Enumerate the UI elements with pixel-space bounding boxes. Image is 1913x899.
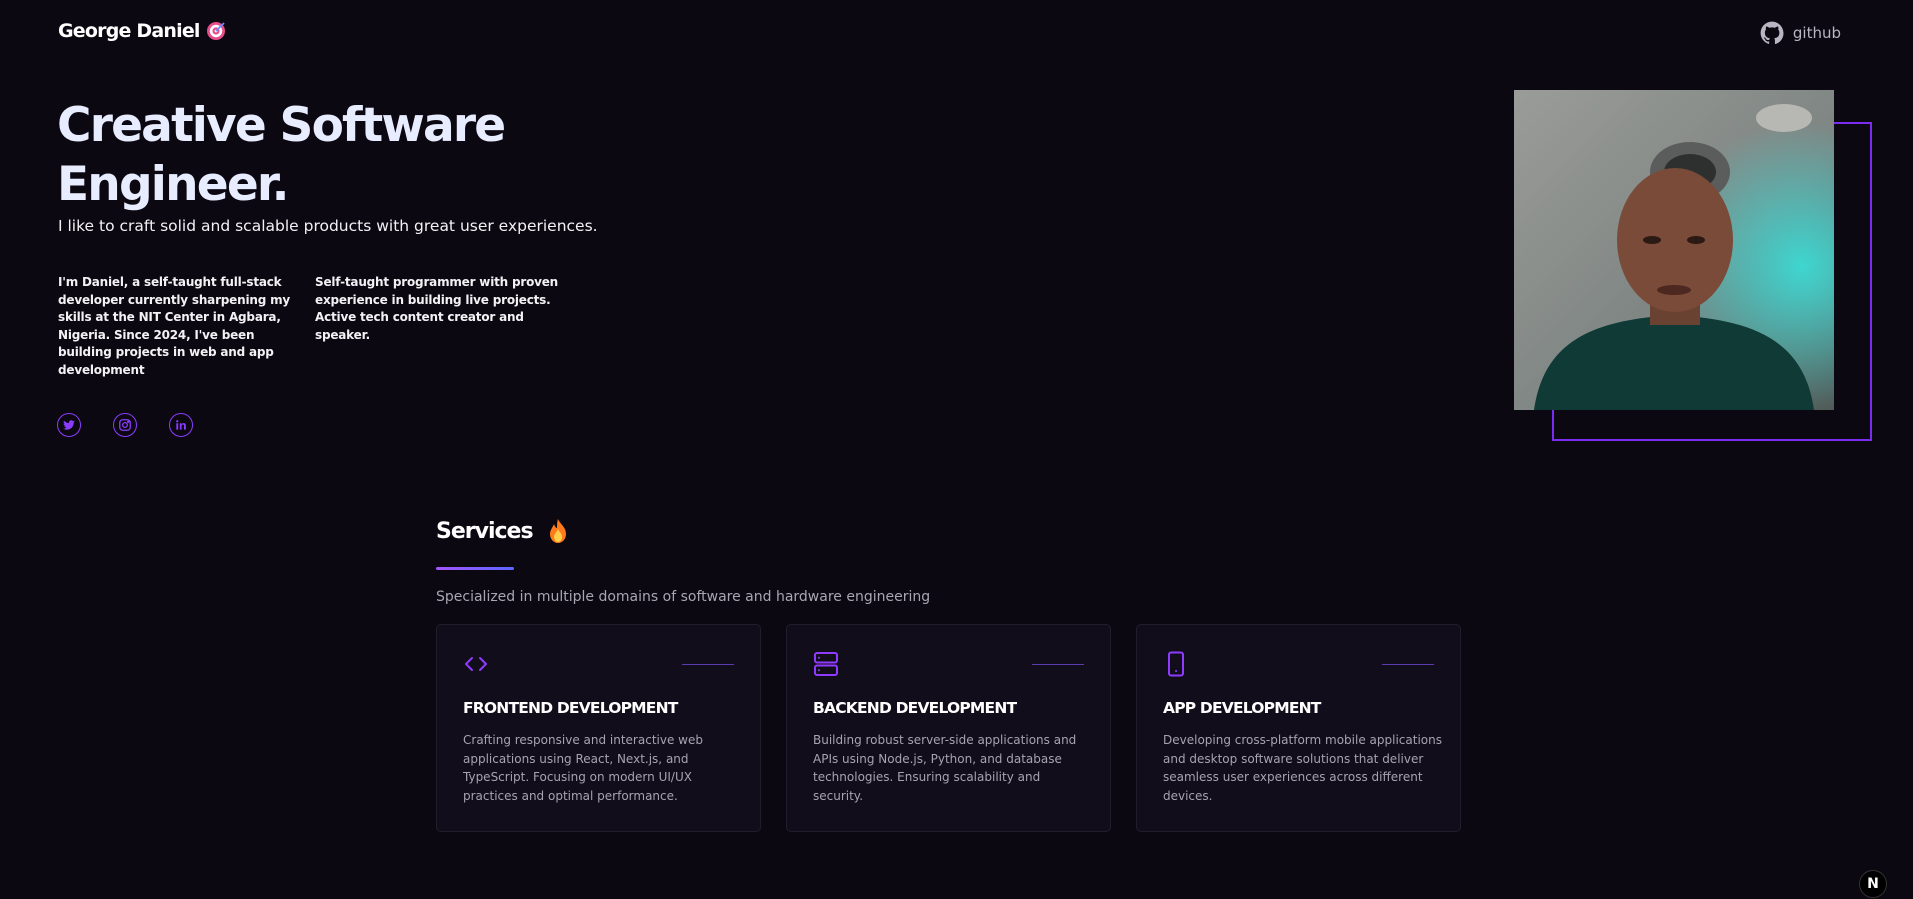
service-card-app[interactable]: APP DEVELOPMENT Developing cross-platfor… xyxy=(1136,624,1461,832)
card-text: Building robust server-side applications… xyxy=(813,733,1077,803)
social-links xyxy=(57,413,193,437)
code-icon xyxy=(465,657,487,671)
hero-subtitle: I like to craft solid and scalable produ… xyxy=(58,217,598,235)
fire-icon xyxy=(549,519,566,543)
brand-logo[interactable]: George Daniel xyxy=(58,20,226,42)
card-text: Developing cross-platform mobile applica… xyxy=(1163,733,1442,803)
portfolio-page: George Daniel github Creative Software E… xyxy=(0,0,1913,899)
card-title: FRONTEND DEVELOPMENT xyxy=(463,699,678,717)
card-title: APP DEVELOPMENT xyxy=(1163,699,1321,717)
linkedin-icon xyxy=(176,420,186,430)
services-header: Services xyxy=(436,518,569,544)
bio-intro: I'm Daniel, a self-taught full-stack dev… xyxy=(58,275,291,377)
github-link[interactable]: github xyxy=(1759,20,1841,46)
card-title: BACKEND DEVELOPMENT xyxy=(813,699,1017,717)
card-divider xyxy=(682,664,734,665)
server-icon xyxy=(814,652,838,676)
card-divider xyxy=(1032,664,1084,665)
target-icon xyxy=(206,21,226,41)
github-label: github xyxy=(1792,24,1841,42)
profile-photo xyxy=(1514,90,1834,410)
services-underline xyxy=(436,567,514,570)
instagram-link[interactable] xyxy=(113,413,137,437)
hero-title: Creative Software Engineer. xyxy=(57,98,506,212)
brand-name: George Daniel xyxy=(58,20,200,42)
service-card-frontend[interactable]: FRONTEND DEVELOPMENT Crafting responsive… xyxy=(436,624,761,832)
twitter-icon xyxy=(63,420,75,430)
service-card-backend[interactable]: BACKEND DEVELOPMENT Building robust serv… xyxy=(786,624,1111,832)
services-title: Services xyxy=(436,518,534,544)
linkedin-link[interactable] xyxy=(169,413,193,437)
mobile-icon xyxy=(1168,651,1184,677)
github-icon xyxy=(1760,21,1784,45)
bio-summary: Self-taught programmer with proven exper… xyxy=(315,275,559,342)
twitter-link[interactable] xyxy=(57,413,81,437)
instagram-icon xyxy=(119,419,131,431)
card-text: Crafting responsive and interactive web … xyxy=(463,733,703,803)
card-divider xyxy=(1382,664,1434,665)
nextjs-dev-badge[interactable]: N xyxy=(1859,870,1887,898)
services-description: Specialized in multiple domains of softw… xyxy=(436,589,931,605)
